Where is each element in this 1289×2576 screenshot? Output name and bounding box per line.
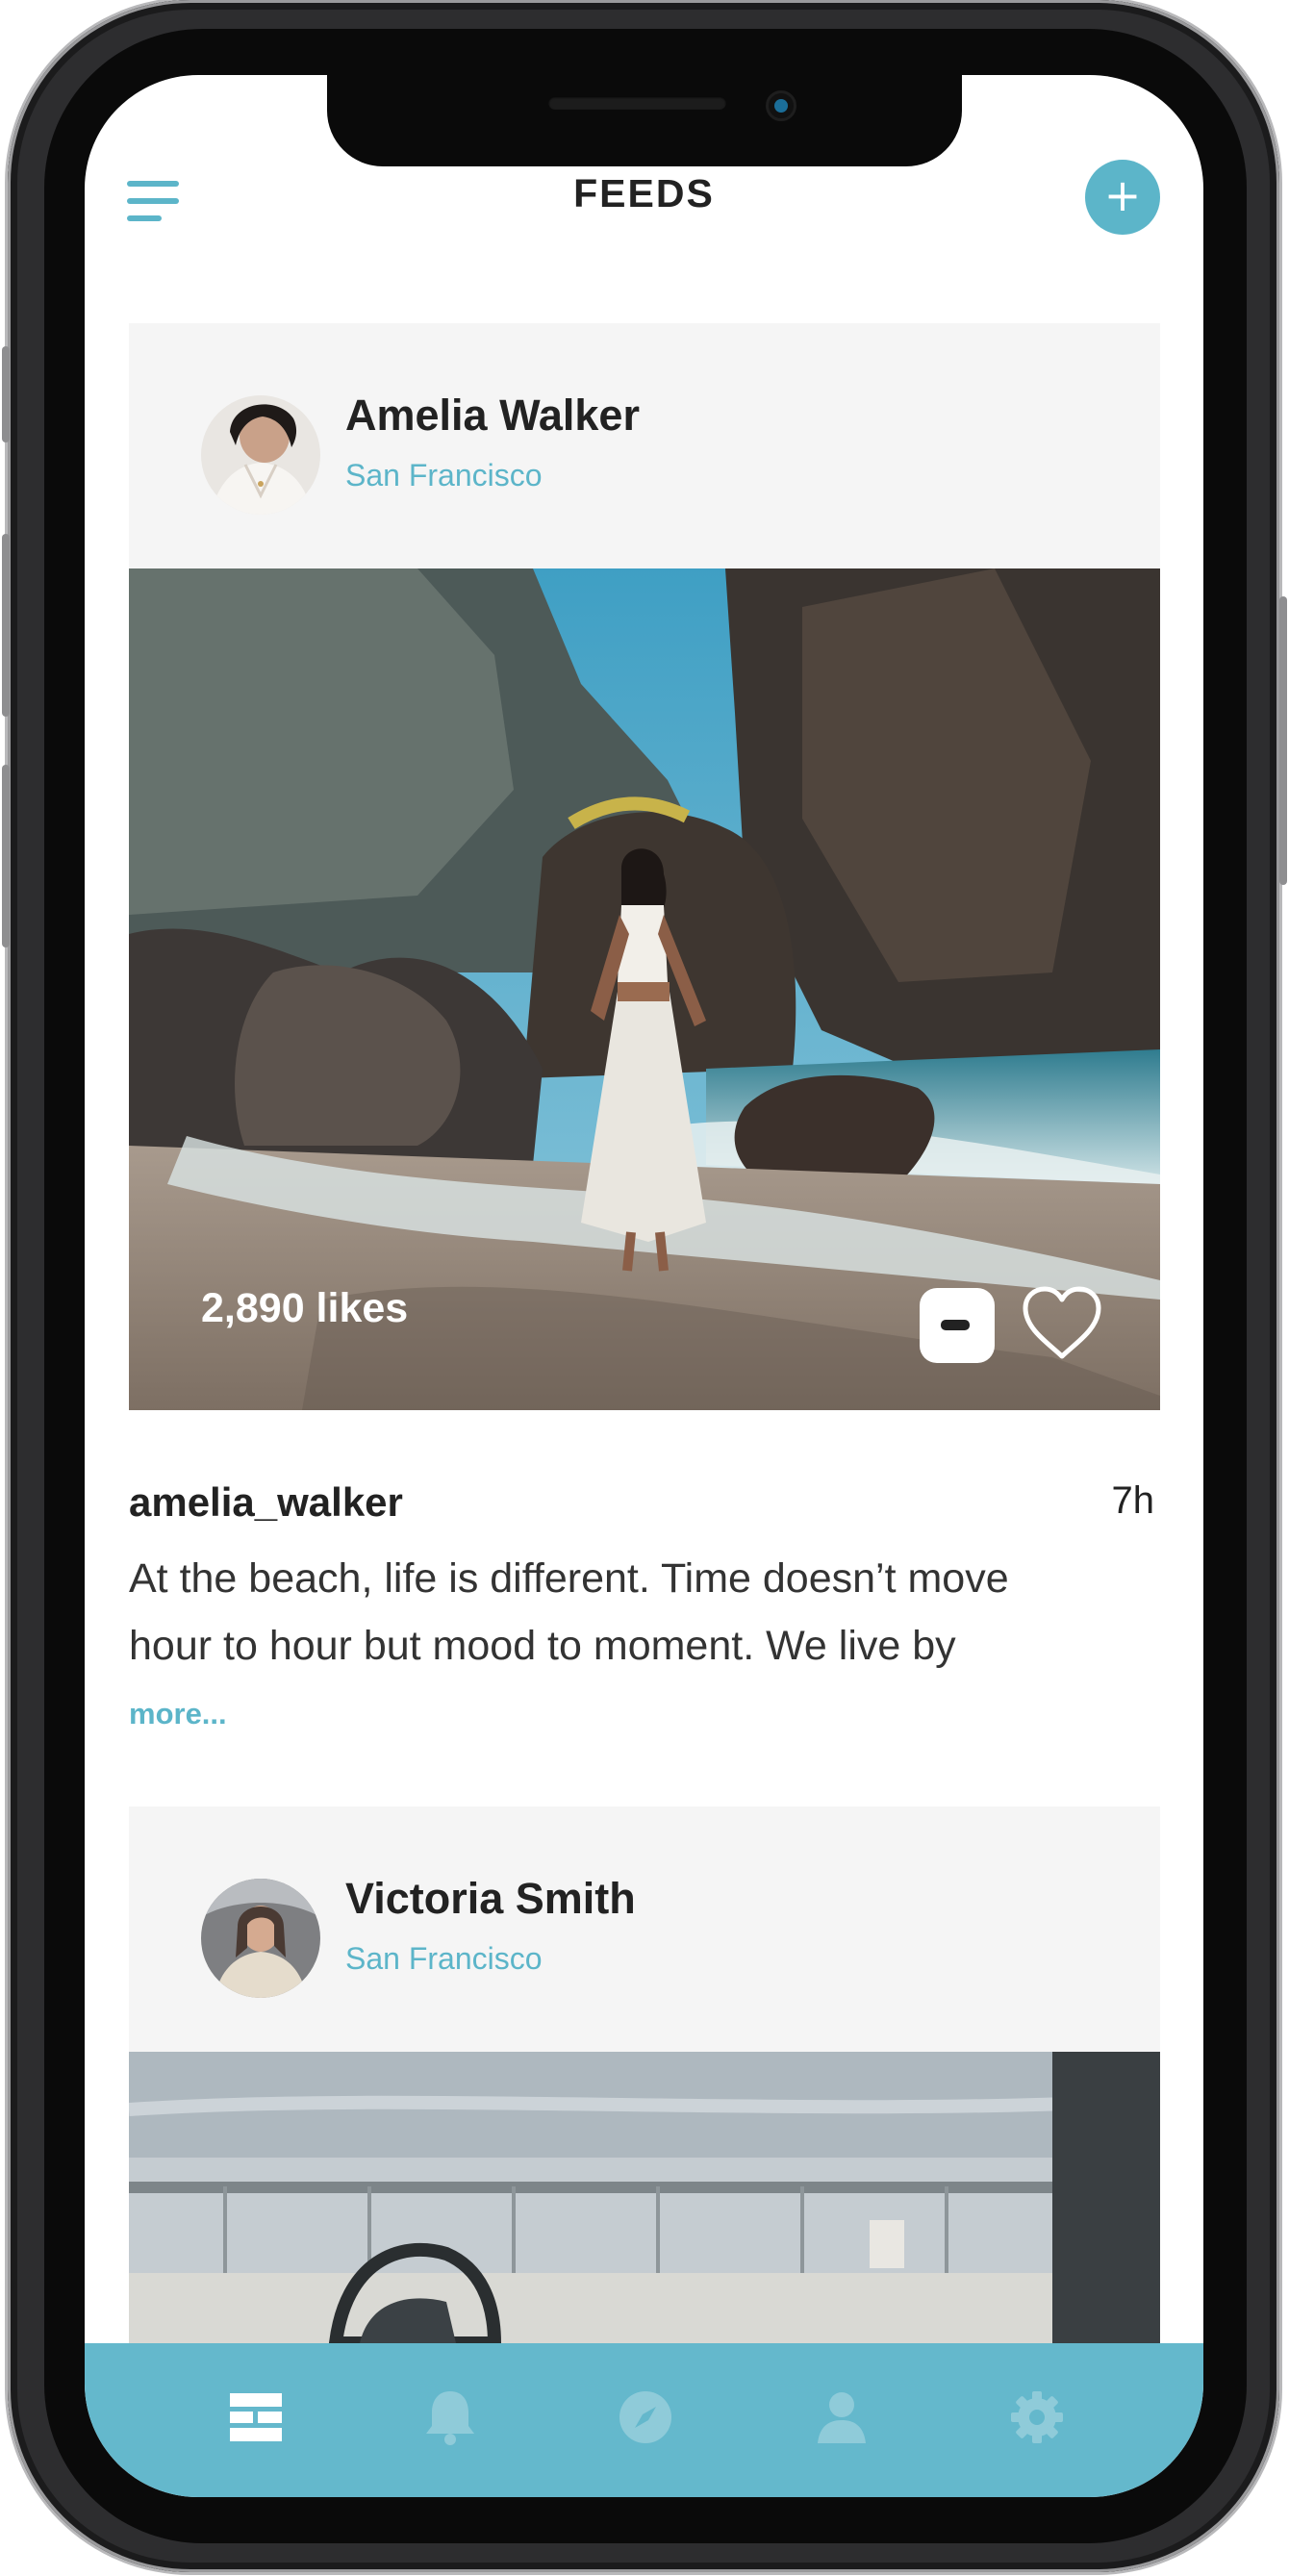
post-caption: At the beach, life is different. Time do… [129,1545,1168,1679]
add-post-button[interactable]: + [1085,160,1160,235]
comment-button[interactable] [920,1288,995,1363]
avatar[interactable] [201,395,320,515]
tab-feed[interactable] [222,2384,290,2451]
garage-photo [129,2052,1160,2343]
tab-explore[interactable] [612,2384,679,2451]
plus-icon: + [1103,169,1142,221]
more-link[interactable]: more... [129,1697,227,1731]
author-name[interactable]: Victoria Smith [345,1874,636,1924]
post-image[interactable]: 2,890 likes [129,568,1160,1410]
ringer-switch [2,346,10,442]
caption-line: At the beach, life is different. Time do… [129,1555,1009,1602]
avatar[interactable] [201,1879,320,1998]
tab-settings[interactable] [1003,2384,1071,2451]
author-location: San Francisco [345,458,543,492]
page-title: FEEDS [573,171,715,215]
volume-up-button [2,534,10,717]
gear-icon [1011,2391,1063,2443]
notch [327,75,962,166]
tab-profile[interactable] [808,2384,875,2451]
beach-photo [129,568,1160,1410]
like-button[interactable] [1022,1285,1102,1362]
post-username[interactable]: amelia_walker [129,1479,403,1526]
app-screen: FEEDS + Amelia Walker San Francisco 2,89… [85,75,1203,2497]
author-name[interactable]: Amelia Walker [345,391,640,441]
bottom-tab-bar [85,2343,1203,2497]
post-timestamp: 7h [1111,1479,1155,1522]
author-location: San Francisco [345,1941,543,1976]
likes-count: 2,890 likes [201,1285,409,1331]
heart-icon [1023,1286,1101,1359]
post-header: Victoria Smith San Francisco [129,1806,1160,2052]
compass-icon [619,2391,671,2443]
power-button [1279,596,1287,885]
volume-down-button [2,765,10,947]
user-icon [818,2392,866,2443]
post-header: Amelia Walker San Francisco [129,323,1160,568]
front-camera [766,90,796,121]
feed-icon [230,2393,282,2441]
post-image[interactable] [129,2052,1160,2343]
tab-notifications[interactable] [417,2384,484,2451]
speaker-grille [548,96,726,110]
caption-line: hour to hour but mood to moment. We live… [129,1623,956,1669]
bell-icon [426,2391,474,2445]
